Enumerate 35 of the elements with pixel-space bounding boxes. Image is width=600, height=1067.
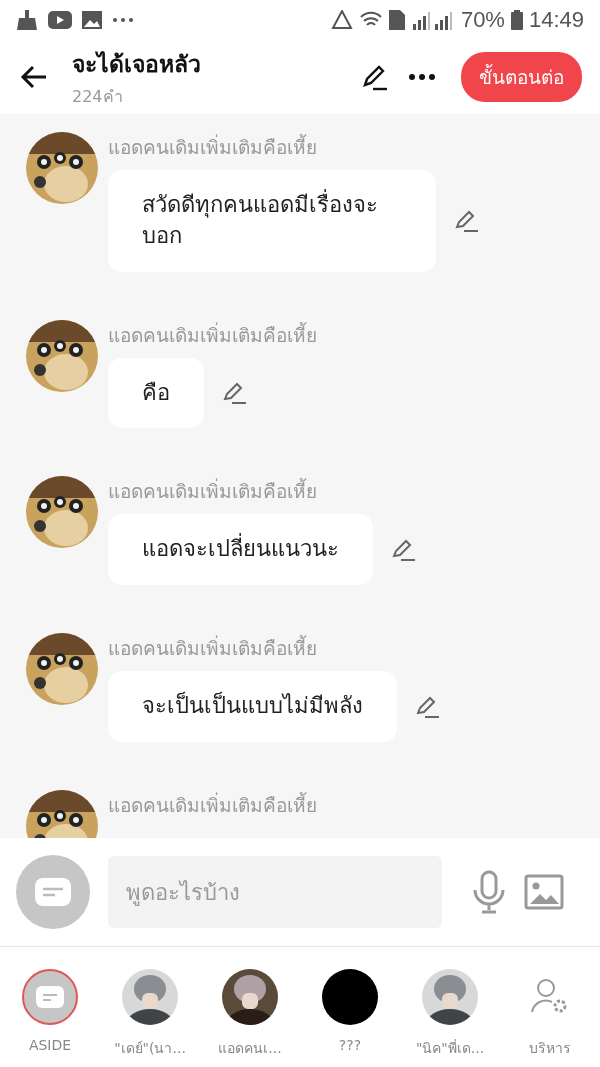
message-icon — [36, 986, 64, 1008]
author-name: แอดคนเดิมเพิ่มเติมคือเหี้ย — [108, 321, 317, 348]
signal-icon — [410, 10, 455, 30]
character-tab[interactable]: บริหาร — [502, 969, 598, 1059]
microphone-icon[interactable] — [472, 870, 506, 914]
story-title: จะได้เจอหลัว — [72, 49, 202, 79]
image-icon[interactable] — [524, 874, 564, 910]
author-name: แอดคนเดิมเพิ่มเติมคือเหี้ย — [108, 634, 318, 662]
sim-icon — [388, 10, 405, 30]
message-input[interactable]: พูดอะไรบ้าง — [108, 856, 442, 928]
clock: 14:49 — [528, 7, 584, 33]
video-icon — [48, 11, 72, 29]
author-name: แอดคนเดิมเพิ่มเติมคือเหี้ย — [108, 791, 317, 818]
character-tab[interactable]: "เดย์"(นา... — [102, 969, 198, 1059]
more-icon[interactable] — [409, 74, 435, 80]
character-tab[interactable]: แอดคนเ... — [202, 969, 298, 1059]
pencil-icon[interactable] — [361, 63, 389, 91]
message-bubble: จะเป็นเป็นแบบไม่มีพลัง — [108, 671, 397, 742]
image-icon — [82, 11, 102, 29]
author-name: แอดคนเดิมเพิ่มเติมคือเหี้ย — [108, 477, 318, 505]
more-icon — [112, 17, 134, 23]
character-tab[interactable]: "นิค"พี่เด... — [402, 969, 498, 1059]
character-tab[interactable]: ??? — [302, 969, 398, 1053]
broom-icon — [16, 10, 38, 30]
next-step-button[interactable]: ขั้นตอนต่อ — [461, 52, 582, 102]
message-bubble: สวัดดีทุกคนแอดมีเรื่องจะบอก — [108, 170, 436, 272]
word-count: 224คำ — [72, 85, 124, 108]
battery-icon — [510, 10, 523, 30]
message-bubble: คือ — [108, 357, 204, 429]
message-bubble: แอดจะเปลี่ยนแนวนะ — [108, 514, 373, 586]
message-icon — [35, 878, 71, 906]
character-tab[interactable]: ASIDE — [2, 969, 98, 1053]
author-name: แอดคนเดิมเพิ่มเติมคือเหี้ย — [108, 133, 318, 160]
back-icon[interactable] — [20, 65, 48, 89]
battery-percent: 70% — [460, 7, 505, 33]
